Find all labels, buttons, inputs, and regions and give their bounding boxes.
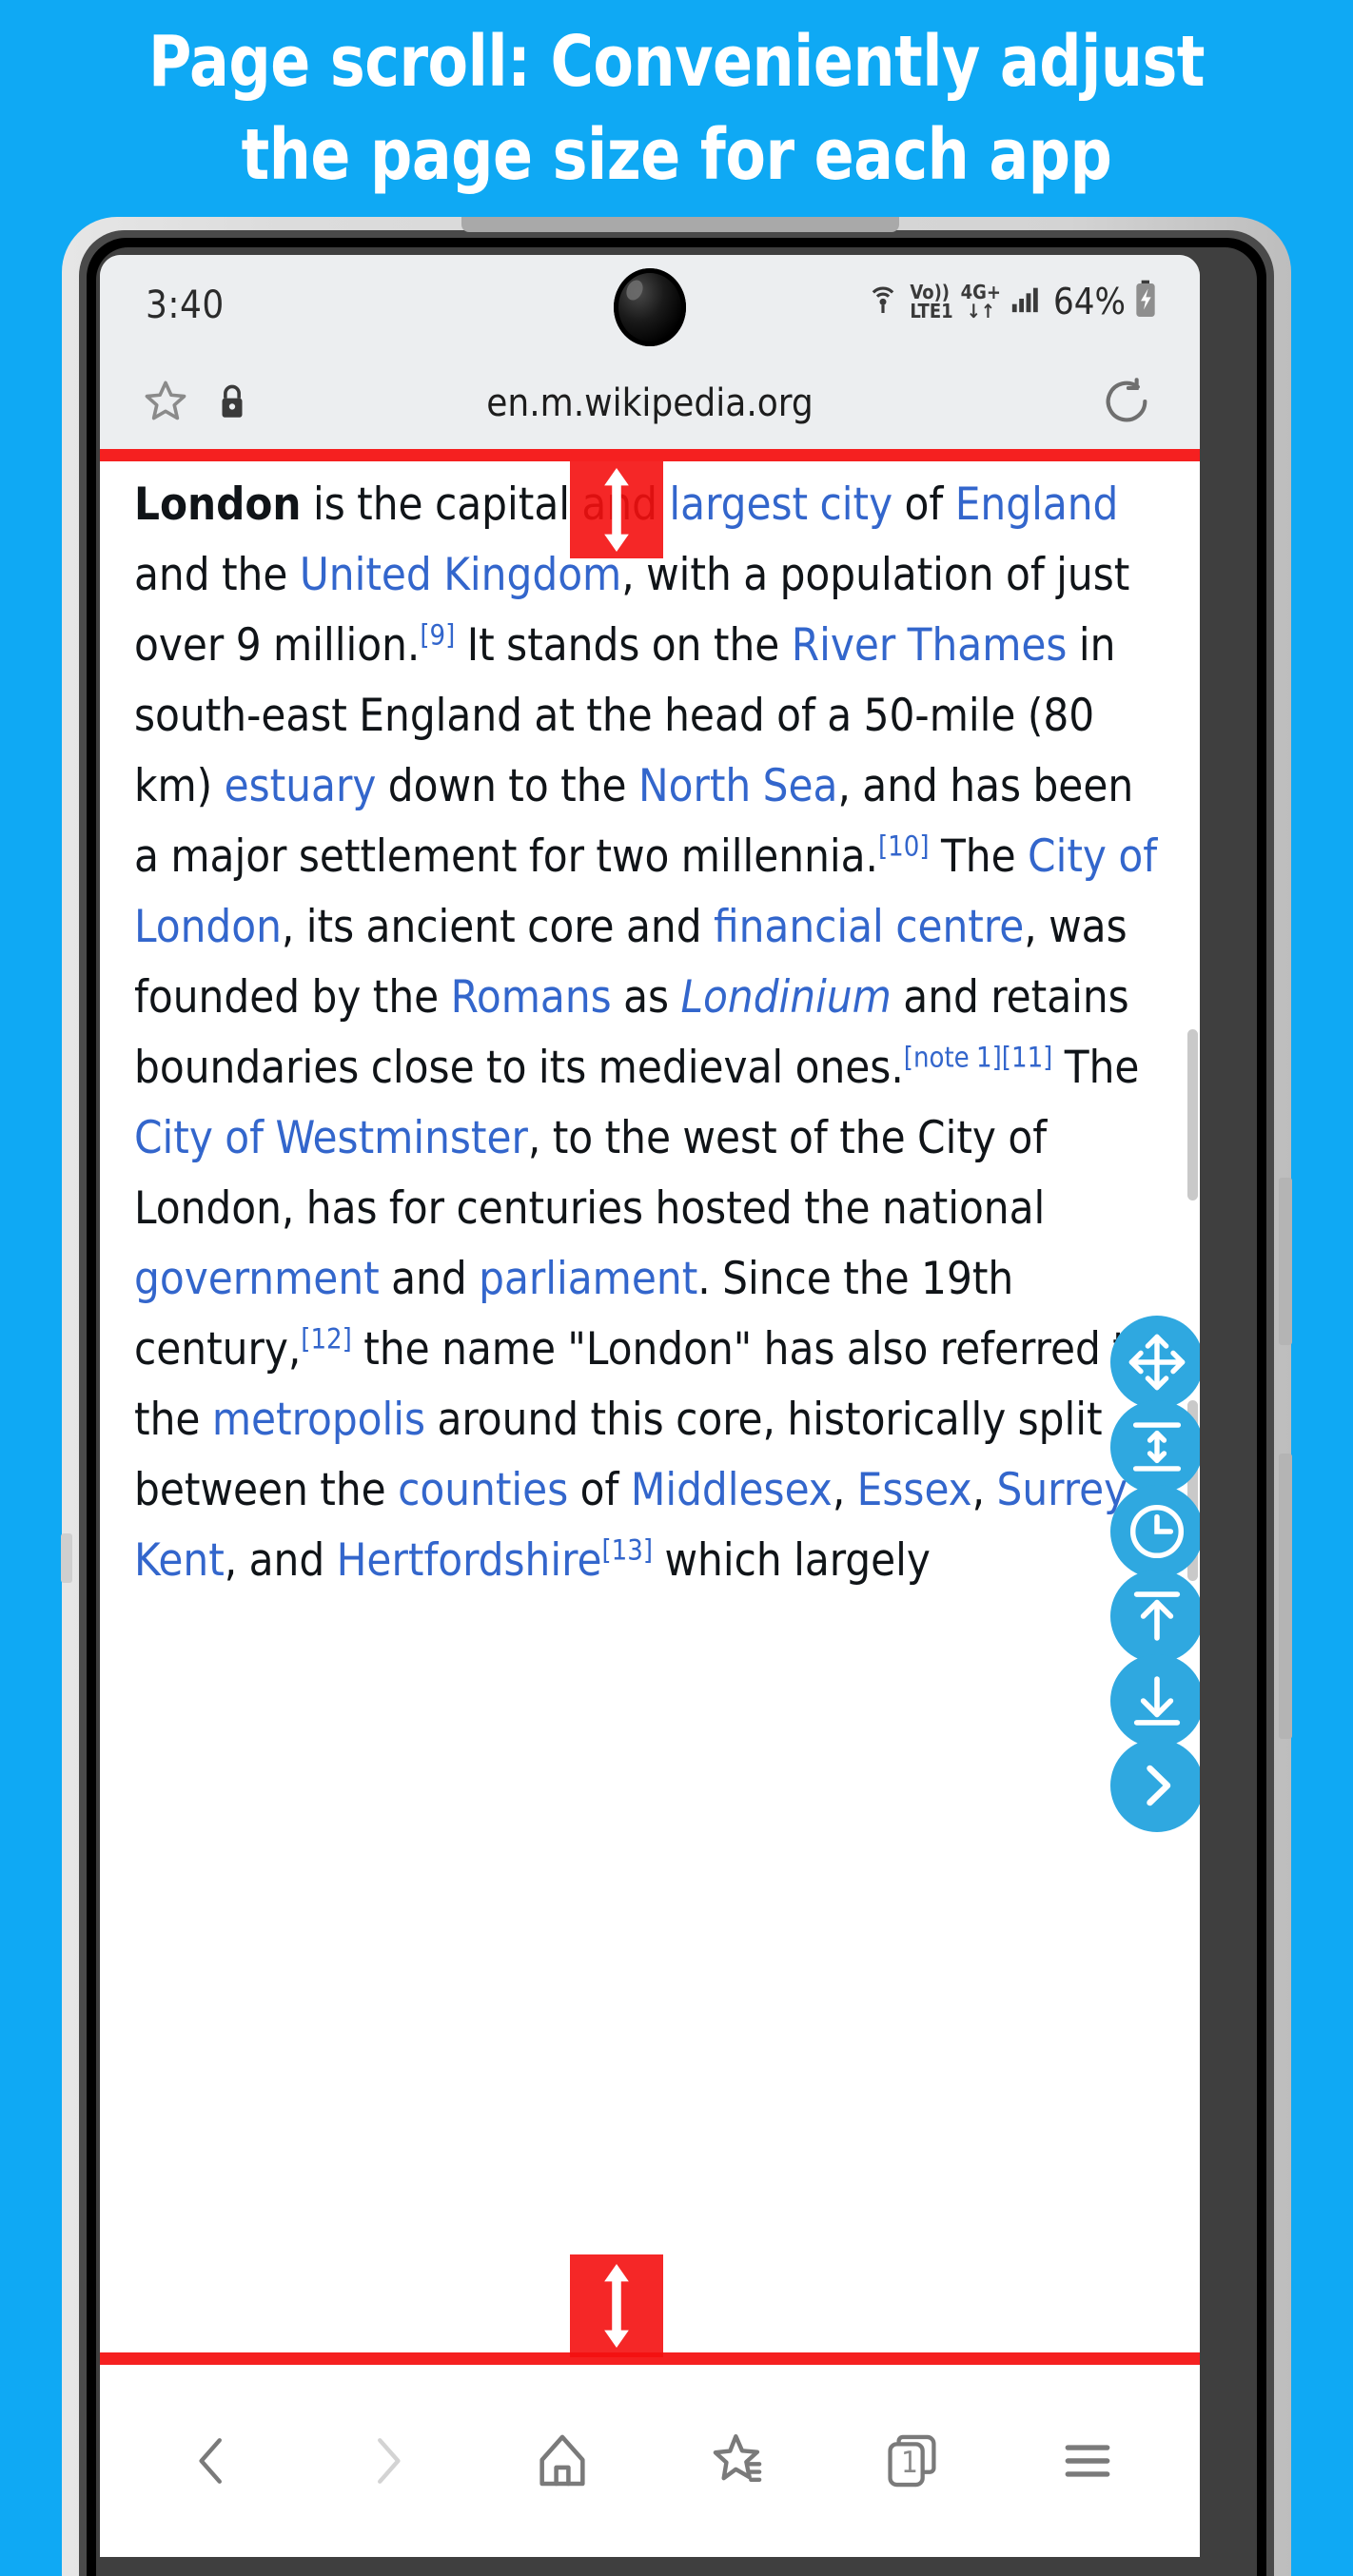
article-text: which largely <box>653 1534 931 1587</box>
article-text: The <box>1052 1042 1140 1094</box>
bookmark-star-icon <box>713 2433 762 2482</box>
menu-button[interactable] <box>1026 2399 1149 2523</box>
move-four-arrows-icon <box>1128 1334 1186 1391</box>
phone-mockup: 3:40 Vo)) LTE1 4G+ ↓↑ 64% en.m.wikipedia… <box>61 217 1292 2576</box>
arrow-up-to-line-icon <box>1133 1591 1181 1641</box>
article-link[interactable]: Essex <box>857 1464 972 1516</box>
web-content-viewport[interactable]: London is the capital and largest city o… <box>100 449 1200 2361</box>
article-link[interactable]: metropolis <box>212 1394 425 1446</box>
home-icon <box>539 2434 585 2487</box>
article-text: down to the <box>376 760 638 812</box>
article-text: It stands on the <box>455 619 792 672</box>
chevron-right-icon <box>1147 1765 1171 1806</box>
hotspot-icon <box>864 280 902 322</box>
bookmarks-button[interactable] <box>676 2399 799 2523</box>
article-text: of <box>892 478 955 531</box>
article-text: , <box>832 1464 857 1516</box>
article-paragraph: London is the capital and largest city o… <box>100 449 1200 1596</box>
arrow-down-to-line-icon <box>1133 1676 1181 1726</box>
collapse-button[interactable] <box>1110 1739 1200 1832</box>
article-link[interactable]: Hertfordshire <box>337 1534 602 1587</box>
earpiece-speaker <box>461 217 899 232</box>
scroll-to-top-button[interactable] <box>1110 1570 1200 1663</box>
signal-bars-icon <box>1009 283 1043 320</box>
article-link[interactable]: Romans <box>451 971 612 1024</box>
power-button[interactable] <box>1279 1454 1292 1739</box>
resize-vertical-handle-icon <box>604 2264 629 2348</box>
article-link[interactable]: City of Westminster <box>134 1112 528 1164</box>
article-link[interactable]: financial centre <box>714 901 1024 953</box>
front-camera-punchhole <box>614 268 686 346</box>
browser-url-bar[interactable]: en.m.wikipedia.org <box>100 358 1200 449</box>
article-citation[interactable]: [12] <box>301 1322 352 1355</box>
article-link[interactable]: estuary <box>225 760 377 812</box>
article-link[interactable]: North Sea <box>638 760 837 812</box>
tabs-button[interactable]: 1 <box>851 2399 974 2523</box>
promo-headline: Page scroll: Conveniently adjust the pag… <box>48 15 1305 202</box>
article-text: of <box>568 1464 631 1516</box>
volume-button[interactable] <box>1279 1178 1292 1345</box>
browser-bottom-nav: 1 <box>100 2365 1200 2557</box>
article-text: , and <box>224 1534 337 1587</box>
resize-vertical-handle-icon <box>604 468 629 552</box>
article-text: , its ancient core and <box>281 901 714 953</box>
reload-icon[interactable] <box>1099 374 1154 434</box>
home-button[interactable] <box>500 2399 624 2523</box>
phone-screen: 3:40 Vo)) LTE1 4G+ ↓↑ 64% en.m.wikipedia… <box>100 255 1200 2557</box>
scroll-region-bottom-handle[interactable] <box>570 2254 663 2357</box>
article-text: London <box>134 478 302 531</box>
article-link[interactable]: parliament <box>479 1253 697 1305</box>
scroll-region-top-handle[interactable] <box>570 461 663 558</box>
forward-button[interactable] <box>325 2399 449 2523</box>
article-citation[interactable]: [13] <box>601 1533 653 1566</box>
resize-vertical-icon <box>1132 1422 1182 1472</box>
volte-icon: Vo)) LTE1 <box>910 280 953 322</box>
page-scrollbar-thumb-upper[interactable] <box>1187 1029 1198 1200</box>
article-link[interactable]: Londinium <box>680 971 891 1024</box>
hamburger-menu-icon <box>1065 2445 1110 2477</box>
article-link[interactable]: counties <box>398 1464 568 1516</box>
chevron-right-icon <box>378 2438 401 2484</box>
url-text[interactable]: en.m.wikipedia.org <box>100 381 1200 425</box>
headline-line-1: Page scroll: Conveniently adjust <box>147 21 1205 103</box>
article-link[interactable]: Kent <box>134 1534 225 1587</box>
move-button[interactable] <box>1110 1316 1200 1409</box>
article-link[interactable]: River Thames <box>792 619 1068 672</box>
article-link[interactable]: Surrey <box>997 1464 1128 1516</box>
history-button[interactable] <box>1110 1485 1200 1578</box>
article-link[interactable]: government <box>134 1253 380 1305</box>
article-link[interactable]: Middlesex <box>631 1464 833 1516</box>
article-citation[interactable]: [note 1][11] <box>904 1041 1053 1073</box>
article-link[interactable]: largest city <box>669 478 892 531</box>
article-citation[interactable]: [10] <box>878 829 930 862</box>
clock-icon <box>1129 1504 1185 1559</box>
scroll-to-bottom-button[interactable] <box>1110 1654 1200 1747</box>
battery-charging-icon <box>1133 280 1158 322</box>
network-4gplus-icon: 4G+ ↓↑ <box>960 280 1002 322</box>
scroll-region-top-line <box>100 449 1200 461</box>
status-clock: 3:40 <box>146 283 225 327</box>
floating-button-stack <box>1110 1316 1200 1832</box>
article-citation[interactable]: [9] <box>420 618 455 651</box>
battery-percent-label: 64% <box>1053 280 1126 322</box>
chevron-left-icon <box>199 2438 222 2484</box>
article-link[interactable]: England <box>955 478 1119 531</box>
article-text: and the <box>134 549 300 601</box>
article-text: as <box>611 971 681 1024</box>
article-text: The <box>929 830 1029 883</box>
status-icons: Vo)) LTE1 4G+ ↓↑ 64% <box>864 280 1158 322</box>
headline-line-2: the page size for each app <box>241 114 1112 196</box>
tab-count-label: 1 <box>901 2446 918 2480</box>
resize-height-button[interactable] <box>1110 1400 1200 1493</box>
left-side-button[interactable] <box>61 1533 72 1583</box>
back-button[interactable] <box>150 2399 274 2523</box>
status-bar: 3:40 Vo)) LTE1 4G+ ↓↑ 64% <box>100 255 1200 358</box>
article-text: and <box>379 1253 480 1305</box>
article-text: , <box>971 1464 997 1516</box>
